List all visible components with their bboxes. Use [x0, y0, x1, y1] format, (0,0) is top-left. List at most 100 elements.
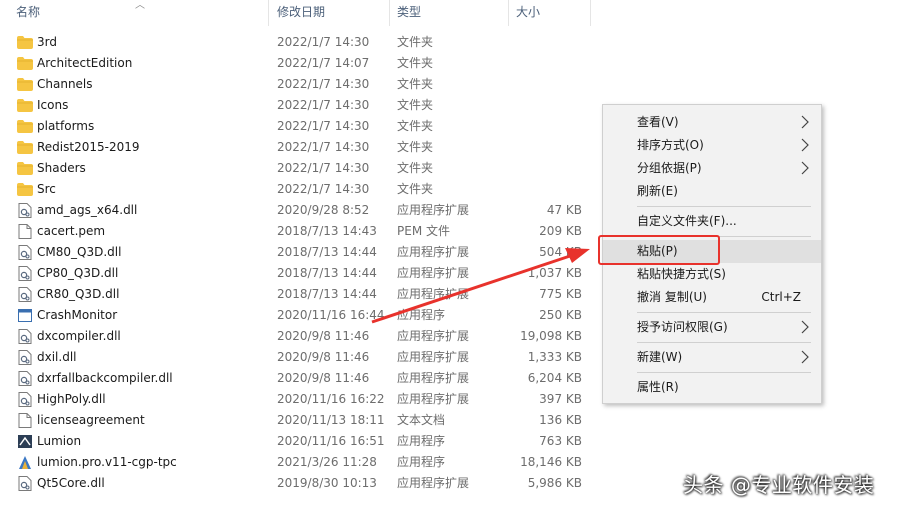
menu-item-label: 新建(W)	[637, 350, 683, 364]
file-name: ArchitectEdition	[37, 56, 133, 70]
file-row[interactable]: lumion.pro.v11-cgp-tpc 2021/3/26 11:28 应用程…	[0, 452, 600, 473]
column-divider[interactable]	[508, 0, 509, 26]
file-name: Channels	[37, 77, 93, 91]
file-type: 应用程序扩展	[397, 329, 470, 343]
file-type: 应用程序扩展	[397, 245, 470, 259]
file-type: 应用程序扩展	[397, 371, 470, 385]
file-size: 136 KB	[539, 413, 582, 427]
file-type: 文件夹	[397, 98, 434, 112]
menu-item-give-access[interactable]: 授予访问权限(G)	[603, 316, 821, 339]
file-name: dxil.dll	[37, 350, 77, 364]
file-size: 5,986 KB	[527, 476, 582, 490]
chevron-right-icon	[801, 320, 809, 334]
file-row[interactable]: amd_ags_x64.dll 2020/9/28 8:52 应用程序扩展 47 KB	[0, 200, 600, 221]
file-row[interactable]: licenseagreement 2020/11/13 18:11 文本文档 136 …	[0, 410, 600, 431]
file-row[interactable]: Src 2022/1/7 14:30 文件夹	[0, 179, 600, 200]
file-row[interactable]: CP80_Q3D.dll 2018/7/13 14:44 应用程序扩展 1,037 K…	[0, 263, 600, 284]
file-date: 2021/3/26 11:28	[277, 455, 377, 469]
menu-item-new[interactable]: 新建(W)	[603, 346, 821, 369]
column-divider[interactable]	[268, 0, 269, 26]
file-row[interactable]: Lumion 2020/11/16 16:51 应用程序 763 KB	[0, 431, 600, 452]
file-row[interactable]: dxrfallbackcompiler.dll 2020/9/8 11:46 应用程…	[0, 368, 600, 389]
file-date: 2018/7/13 14:43	[277, 224, 377, 238]
file-row[interactable]: Qt5Core.dll 2019/8/30 10:13 应用程序扩展 5,986 KB	[0, 473, 600, 494]
menu-item-label: 授予访问权限(G)	[637, 320, 728, 334]
menu-item-sort-by[interactable]: 排序方式(O)	[603, 134, 821, 157]
column-divider[interactable]	[389, 0, 390, 26]
file-date: 2022/1/7 14:30	[277, 98, 370, 112]
file-row[interactable]: Redist2015-2019 2022/1/7 14:30 文件夹	[0, 137, 600, 158]
chevron-right-icon	[801, 115, 809, 129]
file-date: 2022/1/7 14:30	[277, 119, 370, 133]
file-row[interactable]: 3rd 2022/1/7 14:30 文件夹	[0, 32, 600, 53]
file-name: CR80_Q3D.dll	[37, 287, 120, 301]
file-date: 2022/1/7 14:30	[277, 182, 370, 196]
menu-item-customize-folder[interactable]: 自定义文件夹(F)...	[603, 210, 821, 233]
file-date: 2022/1/7 14:07	[277, 56, 370, 70]
file-name: CrashMonitor	[37, 308, 118, 322]
file-name: licenseagreement	[37, 413, 145, 427]
file-size: 397 KB	[539, 392, 582, 406]
file-size: 18,146 KB	[520, 455, 582, 469]
file-row[interactable]: Channels 2022/1/7 14:30 文件夹	[0, 74, 600, 95]
file-date: 2022/1/7 14:30	[277, 161, 370, 175]
file-date: 2019/8/30 10:13	[277, 476, 377, 490]
menu-item-paste-shortcut[interactable]: 粘贴快捷方式(S)	[603, 263, 821, 286]
file-row[interactable]: CrashMonitor 2020/11/16 16:44 应用程序 250 KB	[0, 305, 600, 326]
column-name-header[interactable]: 名称	[16, 0, 40, 24]
menu-item-label: 分组依据(P)	[637, 161, 702, 175]
file-date: 2020/9/28 8:52	[277, 203, 370, 217]
file-type: 文件夹	[397, 35, 434, 49]
file-row[interactable]: CM80_Q3D.dll 2018/7/13 14:44 应用程序扩展 504 KB	[0, 242, 600, 263]
file-name: Src	[37, 182, 56, 196]
file-date: 2020/9/8 11:46	[277, 329, 370, 343]
file-date: 2022/1/7 14:30	[277, 140, 370, 154]
file-name: Shaders	[37, 161, 86, 175]
file-name: dxcompiler.dll	[37, 329, 121, 343]
file-date: 2022/1/7 14:30	[277, 35, 370, 49]
file-name: cacert.pem	[37, 224, 106, 238]
menu-item-label: 刷新(E)	[637, 184, 678, 198]
column-type-header[interactable]: 类型	[397, 0, 421, 24]
column-divider[interactable]	[590, 0, 591, 26]
chevron-right-icon	[801, 350, 809, 364]
chevron-right-icon	[801, 161, 809, 175]
file-name: CP80_Q3D.dll	[37, 266, 119, 280]
file-row[interactable]: dxil.dll 2020/9/8 11:46 应用程序扩展 1,333 KB	[0, 347, 600, 368]
file-row[interactable]: HighPoly.dll 2020/11/16 16:22 应用程序扩展 397 KB	[0, 389, 600, 410]
menu-item-group-by[interactable]: 分组依据(P)	[603, 157, 821, 180]
file-date: 2018/7/13 14:44	[277, 245, 377, 259]
file-type: 文件夹	[397, 182, 434, 196]
sort-up-icon: ︿	[135, 0, 145, 11]
menu-item-view[interactable]: 查看(V)	[603, 111, 821, 134]
menu-item-undo-copy[interactable]: 撤消 复制(U) Ctrl+Z	[603, 286, 821, 309]
chevron-right-icon	[801, 138, 809, 152]
file-row[interactable]: platforms 2022/1/7 14:30 文件夹	[0, 116, 600, 137]
file-type: 应用程序扩展	[397, 350, 470, 364]
menu-item-refresh[interactable]: 刷新(E)	[603, 180, 821, 203]
file-date: 2020/9/8 11:46	[277, 350, 370, 364]
file-size: 504 KB	[539, 245, 582, 259]
file-date: 2020/11/16 16:51	[277, 434, 385, 448]
file-date: 2020/11/16 16:22	[277, 392, 385, 406]
file-row[interactable]: cacert.pem 2018/7/13 14:43 PEM 文件 209 KB	[0, 221, 600, 242]
column-date-header[interactable]: 修改日期	[277, 0, 325, 24]
file-type: PEM 文件	[397, 224, 450, 238]
file-row[interactable]: ArchitectEdition 2022/1/7 14:07 文件夹	[0, 53, 600, 74]
file-row[interactable]: dxcompiler.dll 2020/9/8 11:46 应用程序扩展 19,098…	[0, 326, 600, 347]
menu-item-label: 自定义文件夹(F)...	[637, 214, 737, 228]
file-type: 应用程序	[397, 308, 446, 322]
watermark-text: 头条 @专业软件安装	[683, 473, 875, 497]
file-type: 文本文档	[397, 413, 446, 427]
file-size: 763 KB	[539, 434, 582, 448]
file-row[interactable]: Shaders 2022/1/7 14:30 文件夹	[0, 158, 600, 179]
file-name: platforms	[37, 119, 95, 133]
file-name: Redist2015-2019	[37, 140, 140, 154]
file-row[interactable]: CR80_Q3D.dll 2018/7/13 14:44 应用程序扩展 775 KB	[0, 284, 600, 305]
file-name: Qt5Core.dll	[37, 476, 105, 490]
column-size-header[interactable]: 大小	[516, 0, 540, 24]
menu-item-shortcut: Ctrl+Z	[761, 290, 801, 304]
file-date: 2020/11/13 18:11	[277, 413, 385, 427]
file-row[interactable]: Icons 2022/1/7 14:30 文件夹	[0, 95, 600, 116]
menu-item-properties[interactable]: 属性(R)	[603, 376, 821, 399]
